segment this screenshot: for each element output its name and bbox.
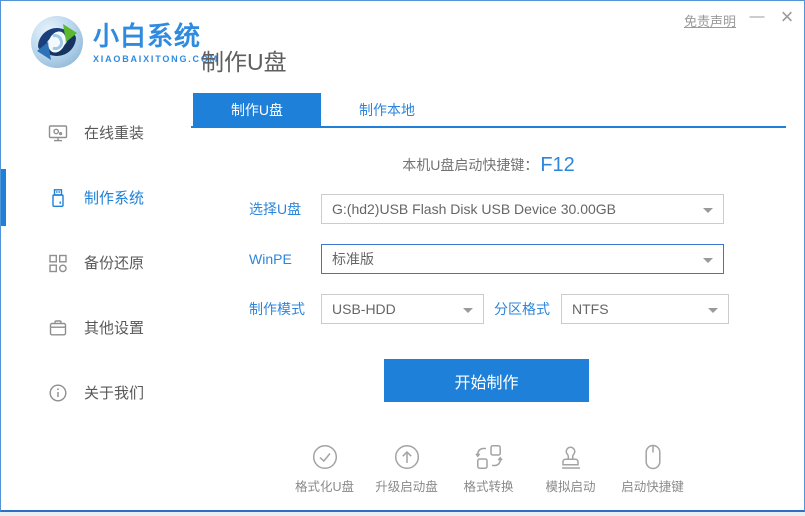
winpe-select-label: WinPE [249,244,292,274]
hotkey-hint: 本机U盘启动快捷键： F12 [191,150,786,180]
sidebar-item-label: 制作系统 [84,187,144,208]
partition-select[interactable]: NTFS [561,294,729,324]
tool-label: 升级启动盘 [375,476,438,495]
tool-simulate-boot[interactable]: 模拟启动 [530,443,612,495]
winpe-select[interactable]: 标准版 [321,244,724,274]
start-button[interactable]: 开始制作 [384,359,589,402]
footer-toolbar: 格式化U盘 升级启动盘 格式转换 模拟启 [191,443,786,495]
chevron-down-icon [703,258,713,263]
logo-sphere-icon [29,14,85,70]
tool-label: 格式化U盘 [295,476,354,495]
tool-boot-hotkey[interactable]: 启动快捷键 [612,443,694,495]
app-window: 小白系统 XIAOBAIXITONG.COM 制作U盘 免责声明 — × 在线重… [0,0,805,512]
partition-select-value: NTFS [572,301,609,317]
grid-icon [48,253,68,273]
mode-select-value: USB-HDD [332,301,396,317]
page-title: 制作U盘 [201,43,287,77]
mode-select-label: 制作模式 [249,294,305,324]
usb-drive-icon [48,188,68,208]
tool-upgrade-boot-disk[interactable]: 升级启动盘 [366,443,448,495]
sidebar-item-label: 其他设置 [84,317,144,338]
tab-make-usb[interactable]: 制作U盘 [193,93,321,128]
disclaimer-link[interactable]: 免责声明 [684,11,736,30]
sidebar-item-label: 关于我们 [84,382,144,403]
tool-label: 格式转换 [463,476,513,495]
sidebar-item-other-settings[interactable]: 其他设置 [1,295,191,360]
mode-select[interactable]: USB-HDD [321,294,484,324]
sidebar: 在线重装 制作系统 备份还原 [1,100,191,425]
info-icon [48,383,68,403]
stamp-icon [557,443,585,471]
winpe-select-value: 标准版 [332,249,374,269]
tool-label: 模拟启动 [545,476,595,495]
close-button[interactable]: × [773,3,801,31]
usb-select-label: 选择U盘 [249,194,301,224]
tab-underline [191,126,786,128]
hotkey-key: F12 [540,154,574,177]
convert-icon [475,443,503,471]
sidebar-item-about-us[interactable]: 关于我们 [1,360,191,425]
check-circle-icon [311,443,339,471]
partition-select-label: 分区格式 [494,294,550,324]
usb-select[interactable]: G:(hd2)USB Flash Disk USB Device 30.00GB [321,194,724,224]
arrow-up-circle-icon [393,443,421,471]
sidebar-item-online-reinstall[interactable]: 在线重装 [1,100,191,165]
usb-select-value: G:(hd2)USB Flash Disk USB Device 30.00GB [332,201,616,217]
monitor-icon [48,123,68,143]
chevron-down-icon [708,308,718,313]
sidebar-item-label: 备份还原 [84,252,144,273]
briefcase-icon [48,318,68,338]
tab-make-local[interactable]: 制作本地 [323,93,451,128]
sidebar-item-label: 在线重装 [84,122,144,143]
hotkey-prefix: 本机U盘启动快捷键： [402,155,538,175]
tool-format-convert[interactable]: 格式转换 [448,443,530,495]
chevron-down-icon [463,308,473,313]
mouse-icon [639,443,667,471]
tool-label: 启动快捷键 [621,476,684,495]
tool-format-usb[interactable]: 格式化U盘 [284,443,366,495]
app-logo: 小白系统 XIAOBAIXITONG.COM [29,14,219,70]
chevron-down-icon [703,208,713,213]
minimize-button[interactable]: — [745,5,769,29]
sidebar-item-make-system[interactable]: 制作系统 [1,165,191,230]
sidebar-item-backup-restore[interactable]: 备份还原 [1,230,191,295]
